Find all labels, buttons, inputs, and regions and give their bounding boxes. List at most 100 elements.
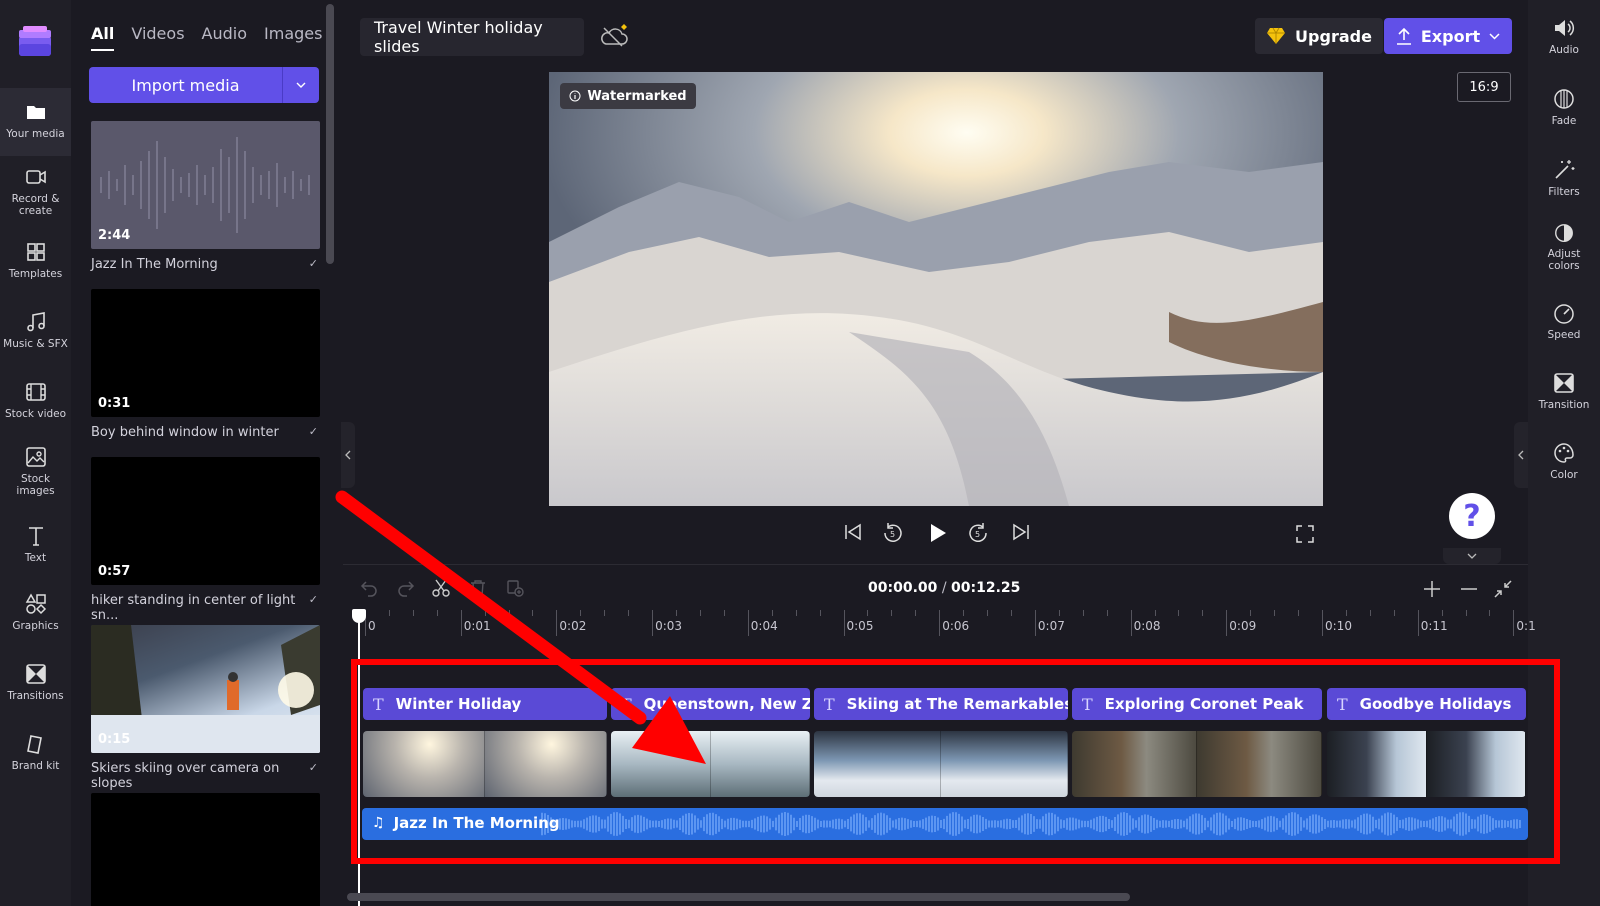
rail-music-sfx[interactable]: Music & SFX xyxy=(0,298,71,366)
aspect-ratio-button[interactable]: 16:9 xyxy=(1457,72,1511,102)
fit-timeline-icon[interactable] xyxy=(1494,580,1512,598)
checkmark-icon: ✓ xyxy=(308,593,318,606)
checkmark-icon: ✓ xyxy=(308,425,318,438)
fullscreen-icon[interactable] xyxy=(1296,525,1314,543)
rewind-5-icon[interactable]: 5 xyxy=(882,522,904,544)
skip-to-start-icon[interactable] xyxy=(843,522,863,542)
speedometer-icon xyxy=(1554,304,1574,324)
rail-templates[interactable]: Templates xyxy=(0,228,71,296)
ruler-minor-tick xyxy=(508,610,510,616)
media-thumbnail[interactable]: 0:15 xyxy=(91,625,320,753)
media-thumbnail[interactable] xyxy=(91,793,320,906)
tab-all[interactable]: All xyxy=(91,24,115,51)
forward-5-icon[interactable]: 5 xyxy=(967,522,989,544)
rail-audio[interactable]: Audio xyxy=(1528,0,1600,66)
rail-color[interactable]: Color xyxy=(1528,425,1600,491)
tab-audio[interactable]: Audio xyxy=(202,24,247,51)
rail-speed[interactable]: Speed xyxy=(1528,285,1600,351)
import-media-button[interactable]: Import media xyxy=(89,67,283,103)
ruler-major-tick xyxy=(747,610,749,636)
help-button[interactable]: ? xyxy=(1449,493,1495,539)
ruler-minor-tick xyxy=(771,610,773,616)
media-duration: 2:44 xyxy=(98,228,131,243)
zoom-out-icon[interactable] xyxy=(1460,580,1478,598)
left-rail: Your media Record & create Templates Mus… xyxy=(0,0,71,906)
ruler-minor-tick xyxy=(1010,610,1012,616)
ruler-minor-tick xyxy=(1178,610,1180,616)
skip-to-end-icon[interactable] xyxy=(1011,522,1031,542)
watermark-badge: Watermarked xyxy=(560,83,696,109)
upgrade-button[interactable]: Upgrade xyxy=(1255,18,1383,54)
media-thumbnail[interactable]: 2:44 xyxy=(91,121,320,249)
ruler-minor-tick xyxy=(1202,610,1204,616)
playhead-handle[interactable] xyxy=(352,609,366,623)
ruler-major-tick xyxy=(1322,610,1323,636)
rail-label: Adjust colors xyxy=(1547,248,1581,272)
timecode: 00:00.00 / 00:12.25 xyxy=(868,580,1020,596)
cloud-offline-icon[interactable] xyxy=(600,24,636,50)
export-button[interactable]: Export xyxy=(1384,18,1512,54)
zoom-in-icon[interactable] xyxy=(1423,580,1441,598)
play-icon[interactable] xyxy=(926,522,948,544)
tab-images[interactable]: Images xyxy=(264,24,322,51)
import-options-button[interactable] xyxy=(283,67,319,103)
rail-brand-kit[interactable]: Brand kit xyxy=(0,720,71,788)
rail-graphics[interactable]: Graphics xyxy=(0,580,71,648)
info-icon xyxy=(569,90,581,102)
delete-icon[interactable] xyxy=(469,579,487,597)
rail-filters[interactable]: Filters xyxy=(1528,142,1600,208)
annotation-highlight-box xyxy=(351,659,1560,864)
rail-text[interactable]: Text xyxy=(0,512,71,580)
ruler-minor-tick xyxy=(604,610,606,616)
ruler-label: 0:08 xyxy=(1133,619,1161,633)
rail-your-media[interactable]: Your media xyxy=(0,88,71,156)
chevron-down-icon xyxy=(1489,32,1500,40)
media-item[interactable]: 0:57 hiker standing in center of light s… xyxy=(91,457,320,623)
import-media-button-group: Import media xyxy=(89,67,319,103)
rail-stock-images[interactable]: Stock images xyxy=(0,433,71,501)
rail-transitions[interactable]: Transitions xyxy=(0,650,71,718)
contrast-icon xyxy=(1555,224,1573,242)
ruler-label: 0:11 xyxy=(1420,619,1448,633)
media-item[interactable]: 0:31 Boy behind window in winter ✓ xyxy=(91,289,320,440)
media-thumbnail[interactable]: 0:31 xyxy=(91,289,320,417)
rail-record-create[interactable]: Record & create xyxy=(0,153,71,221)
tab-videos[interactable]: Videos xyxy=(131,24,184,51)
shapes-icon xyxy=(25,593,46,615)
project-title[interactable]: Travel Winter holiday slides xyxy=(360,18,584,56)
duplicate-icon[interactable] xyxy=(506,579,524,597)
checkmark-icon: ✓ xyxy=(308,257,318,270)
rail-label: Speed xyxy=(1547,329,1581,341)
upgrade-label: Upgrade xyxy=(1295,26,1372,46)
redo-icon[interactable] xyxy=(397,579,415,597)
rail-adjust-colors[interactable]: Adjust colors xyxy=(1528,206,1600,272)
undo-icon[interactable] xyxy=(360,579,378,597)
media-scrollbar[interactable] xyxy=(326,4,334,264)
rail-label: Transitions xyxy=(7,690,64,702)
media-item[interactable]: 0:15 Skiers skiing over camera on slopes… xyxy=(91,625,320,791)
collapse-left-panel-button[interactable] xyxy=(341,422,355,488)
chevron-left-icon xyxy=(1518,450,1524,460)
ruler-major-tick xyxy=(652,610,654,636)
media-thumbnail[interactable]: 0:57 xyxy=(91,457,320,585)
brand-kit-icon xyxy=(26,735,42,754)
ruler-minor-tick xyxy=(795,610,797,616)
media-item[interactable] xyxy=(91,793,320,906)
rail-fade[interactable]: Fade xyxy=(1528,71,1600,137)
rail-stock-video[interactable]: Stock video xyxy=(0,368,71,436)
collapse-help-button[interactable] xyxy=(1443,548,1501,564)
media-tabs: All Videos Audio Images xyxy=(91,24,339,51)
fade-icon xyxy=(1554,89,1574,109)
timeline-scrollbar[interactable] xyxy=(347,893,1130,901)
rail-label: Your media xyxy=(6,128,65,140)
media-duration: 0:57 xyxy=(98,564,131,579)
scissors-icon[interactable] xyxy=(432,579,450,597)
media-item[interactable]: 2:44 Jazz In The Morning ✓ xyxy=(91,121,320,272)
rail-transition[interactable]: Transition xyxy=(1528,355,1600,421)
ruler-minor-tick xyxy=(412,610,414,616)
svg-text:5: 5 xyxy=(975,530,980,539)
ruler-minor-tick xyxy=(1441,610,1443,616)
timeline-ruler[interactable]: 0 0:01 0:02 0:03 0:04 0:05 0:06 0:07 0:08 0:09 0:1… xyxy=(355,610,1536,640)
video-preview[interactable] xyxy=(549,72,1323,506)
collapse-right-panel-button[interactable] xyxy=(1514,422,1528,488)
